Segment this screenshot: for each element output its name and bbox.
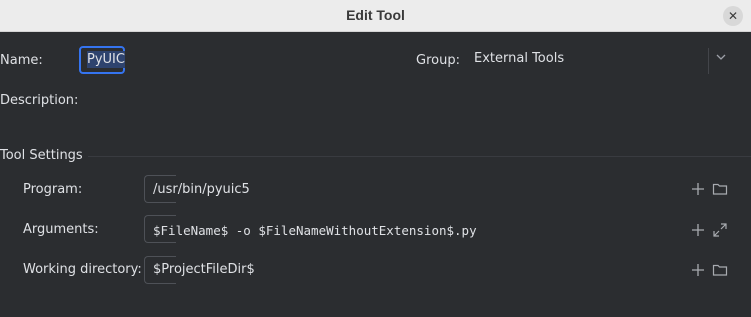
- chevron-down-icon[interactable]: [716, 52, 726, 65]
- tool-settings-heading: Tool Settings: [0, 148, 83, 163]
- arguments-text: $FileName$ -o $FileNameWithoutExtension$…: [153, 223, 477, 238]
- group-value: External Tools: [474, 51, 565, 66]
- plus-icon[interactable]: [690, 222, 706, 238]
- expand-icon[interactable]: [712, 222, 728, 238]
- plus-icon[interactable]: [690, 181, 706, 197]
- description-label: Description:: [0, 93, 79, 108]
- window-title: Edit Tool: [346, 7, 405, 23]
- folder-icon[interactable]: [712, 181, 728, 197]
- name-label: Name:: [0, 53, 43, 68]
- working-directory-label: Working directory:: [23, 262, 142, 277]
- program-label: Program:: [23, 182, 83, 197]
- name-input[interactable]: PyUIC: [79, 46, 125, 74]
- group-select[interactable]: External Tools: [466, 46, 736, 74]
- title-bar: Edit Tool ✕: [0, 0, 751, 32]
- group-label: Group:: [416, 53, 460, 68]
- working-directory-text: $ProjectFileDir$: [153, 262, 255, 277]
- program-text: /usr/bin/pyuic5: [153, 182, 250, 197]
- close-icon: ✕: [727, 9, 739, 23]
- plus-icon[interactable]: [690, 262, 706, 278]
- name-value: PyUIC: [87, 51, 125, 68]
- close-button[interactable]: ✕: [723, 6, 743, 26]
- group-divider: [708, 48, 709, 74]
- section-divider: [88, 156, 751, 157]
- arguments-label: Arguments:: [23, 222, 99, 237]
- folder-icon[interactable]: [712, 262, 728, 278]
